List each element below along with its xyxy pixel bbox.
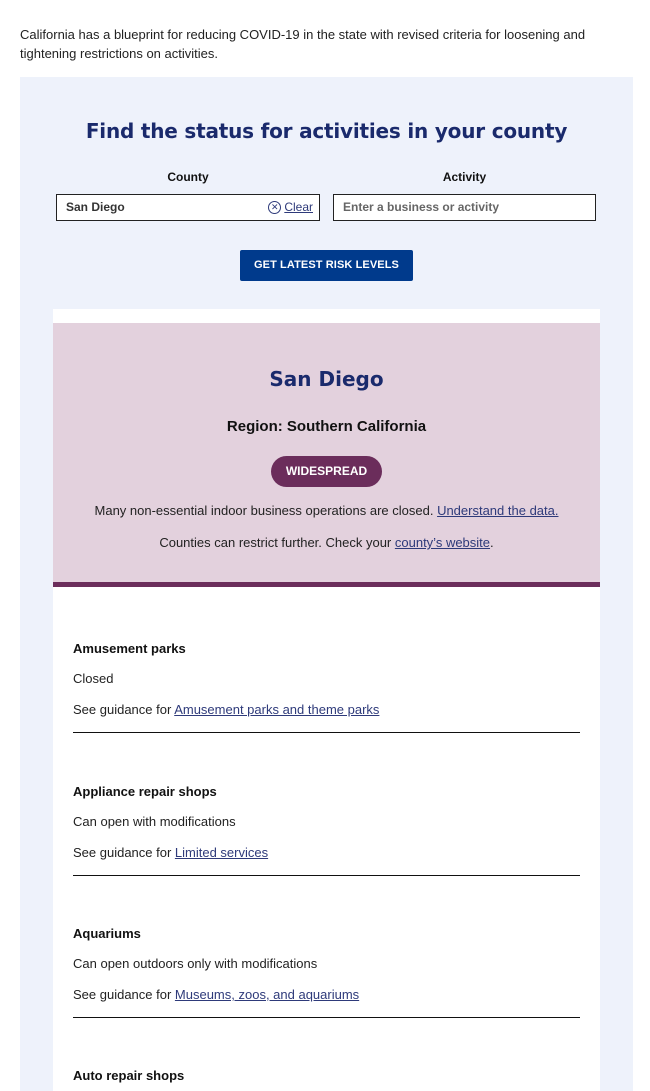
activity-name: Aquariums — [73, 926, 141, 941]
activity-guidance: See guidance for Amusement parks and the… — [73, 702, 379, 717]
guidance-prefix: See guidance for — [73, 702, 175, 717]
county-name: San Diego — [269, 367, 384, 391]
guidance-link[interactable]: Museums, zoos, and aquariums — [175, 987, 359, 1002]
clear-icon: ✕ — [268, 201, 282, 214]
county-summary: San Diego Region: Southern California WI… — [53, 323, 600, 587]
county-label: County — [167, 170, 209, 184]
county-website-link[interactable]: county’s website — [395, 535, 490, 550]
guidance-link[interactable]: Amusement parks and theme parks — [174, 702, 379, 717]
understand-data-link[interactable]: Understand the data. — [437, 503, 558, 518]
activity-guidance: See guidance for Museums, zoos, and aqua… — [73, 987, 359, 1002]
tier-description: Many non-essential indoor business opera… — [53, 503, 600, 518]
activity-status: Closed — [73, 671, 114, 686]
get-risk-levels-button[interactable]: GET LATEST RISK LEVELS — [240, 250, 413, 281]
tier-badge: WIDESPREAD — [271, 456, 382, 487]
region-label: Region: Southern California — [226, 418, 427, 435]
county-status-panel: Find the status for activities in your c… — [20, 77, 633, 1091]
activity-name: Appliance repair shops — [73, 784, 217, 799]
activity-input-placeholder: Enter a business or activity — [343, 200, 500, 214]
divider — [73, 732, 580, 733]
tier-description-text: Many non-essential indoor business opera… — [94, 503, 438, 518]
activity-input[interactable]: Enter a business or activity — [333, 194, 596, 221]
activity-status: Can open outdoors only with modification… — [73, 956, 318, 971]
activity-label: Activity — [442, 170, 487, 184]
county-input[interactable]: San Diego ✕ Clear — [56, 194, 320, 221]
activity-guidance: See guidance for Limited services — [73, 845, 268, 860]
clear-button[interactable]: ✕ Clear — [268, 195, 313, 220]
guidance-prefix: See guidance for — [73, 987, 175, 1002]
guidance-link[interactable]: Limited services — [175, 845, 268, 860]
county-restrict-end: . — [490, 535, 494, 550]
results-card: San Diego Region: Southern California WI… — [53, 309, 600, 1091]
county-restrict-note: Counties can restrict further. Check you… — [53, 535, 600, 550]
divider — [73, 1017, 580, 1018]
activity-name: Amusement parks — [73, 641, 186, 656]
county-restrict-text: Counties can restrict further. Check you… — [159, 535, 395, 550]
intro-text: California has a blueprint for reducing … — [20, 27, 586, 61]
clear-label: Clear — [284, 200, 313, 214]
county-input-value: San Diego — [66, 200, 125, 214]
activity-status: Can open with modifications — [73, 814, 236, 829]
guidance-prefix: See guidance for — [73, 845, 175, 860]
divider — [73, 875, 580, 876]
activity-name: Auto repair shops — [73, 1068, 185, 1083]
panel-title: Find the status for activities in your c… — [85, 119, 568, 143]
